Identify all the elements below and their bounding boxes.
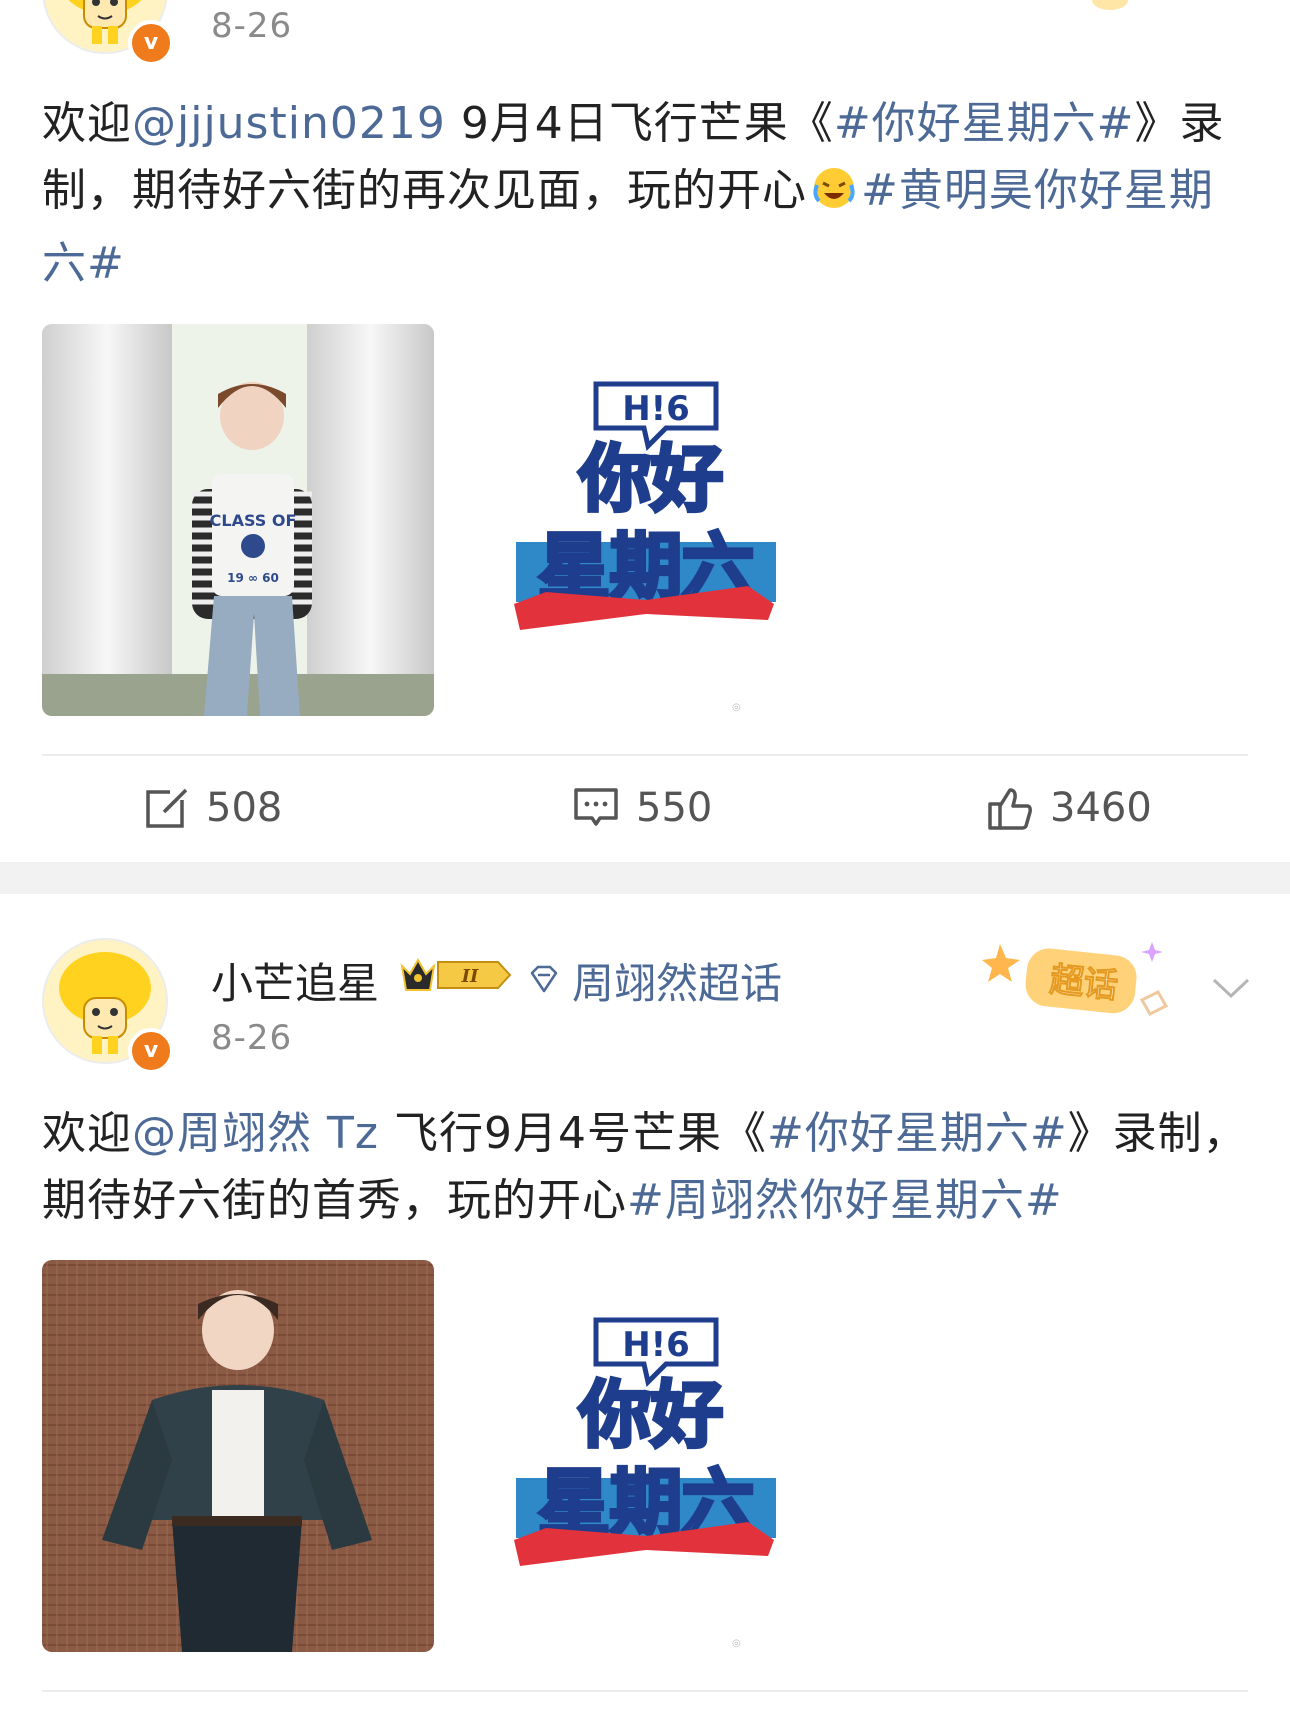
weibo-post-2: v 小芒追星 II 周翊然超话 超话 8-26 欢迎@周翊然 Tz 飞行9月4号…	[0, 894, 1290, 1720]
verified-badge-icon: v	[128, 20, 174, 66]
like-count: 3460	[1050, 785, 1152, 831]
verified-badge-icon: v	[128, 1028, 174, 1074]
action-divider	[42, 754, 1248, 756]
post-date: 8-26	[211, 1018, 293, 1058]
repost-button[interactable]: 508	[142, 760, 282, 856]
logo-title: 你好	[578, 437, 723, 521]
action-divider	[42, 1690, 1248, 1692]
mention-link[interactable]: @周翊然 Tz	[132, 1108, 379, 1159]
hashtag-link[interactable]: #你好星期六#	[767, 1108, 1068, 1159]
chevron-down-icon[interactable]	[1210, 972, 1252, 1002]
username[interactable]: 小芒追星	[211, 950, 379, 1011]
text-segment: 欢迎	[42, 98, 132, 149]
mention-link[interactable]: @jjjustin0219	[132, 98, 446, 149]
logo-badge: H!6	[622, 1325, 690, 1365]
image-watermark: ◎	[732, 702, 741, 713]
comment-button[interactable]: 550	[572, 760, 712, 856]
text-segment: 9月4日飞行芒果《	[445, 98, 834, 149]
logo-title: 你好	[578, 1373, 723, 1457]
comment-count: 550	[636, 785, 713, 831]
post-text: 欢迎@jjjustin0219 9月4日飞行芒果《#你好星期六#》录制，期待好六…	[42, 90, 1250, 297]
supertopic-sticker-icon	[1092, 0, 1128, 10]
supertopic-link[interactable]: 周翊然超话	[524, 950, 782, 1011]
text-segment: 飞行9月4号芒果《	[378, 1108, 767, 1159]
supertopic-sticker-text: 超话	[1048, 960, 1120, 1007]
show-logo-image[interactable]: H!6 你好 星期六 ◎	[436, 1260, 838, 1652]
laughing-crying-emoji-icon	[811, 163, 857, 230]
post-text: 欢迎@周翊然 Tz 飞行9月4号芒果《#你好星期六#》录制，期待好六街的首秀，玩…	[42, 1100, 1250, 1234]
post-photo[interactable]: CLASS OF 19 ∞ 60	[42, 324, 434, 716]
show-logo-image[interactable]: H!6 你好 星期六 ◎	[436, 324, 838, 716]
supertopic-sticker[interactable]: 超话	[982, 934, 1184, 1034]
weibo-post-1: v 8-26 欢迎@jjjustin0219 9月4日飞行芒果《#你好星期六#》…	[0, 0, 1290, 862]
repost-icon	[146, 786, 188, 828]
comment-icon	[574, 788, 618, 826]
thumbs-up-icon	[988, 788, 1032, 830]
post-separator	[0, 862, 1290, 894]
logo-badge: H!6	[622, 389, 690, 429]
supertopic-name: 周翊然超话	[572, 959, 783, 1008]
post-photo[interactable]	[42, 1260, 434, 1652]
post-actions: 508 550 3460	[0, 760, 1290, 856]
diamond-icon	[530, 965, 558, 992]
photo-shirt-text: CLASS OF	[210, 511, 297, 530]
image-watermark: ◎	[732, 1638, 741, 1649]
post-date: 8-26	[211, 6, 293, 46]
hashtag-link[interactable]: #周翊然你好星期六#	[627, 1175, 1063, 1226]
member-level-text: II	[461, 966, 479, 987]
text-segment: 欢迎	[42, 1108, 132, 1159]
like-button[interactable]: 3460	[986, 760, 1152, 856]
member-level-badge[interactable]: II	[398, 952, 514, 998]
repost-count: 508	[206, 785, 283, 831]
photo-shirt-text: 19 ∞ 60	[227, 571, 279, 585]
hashtag-link[interactable]: #你好星期六#	[834, 98, 1135, 149]
